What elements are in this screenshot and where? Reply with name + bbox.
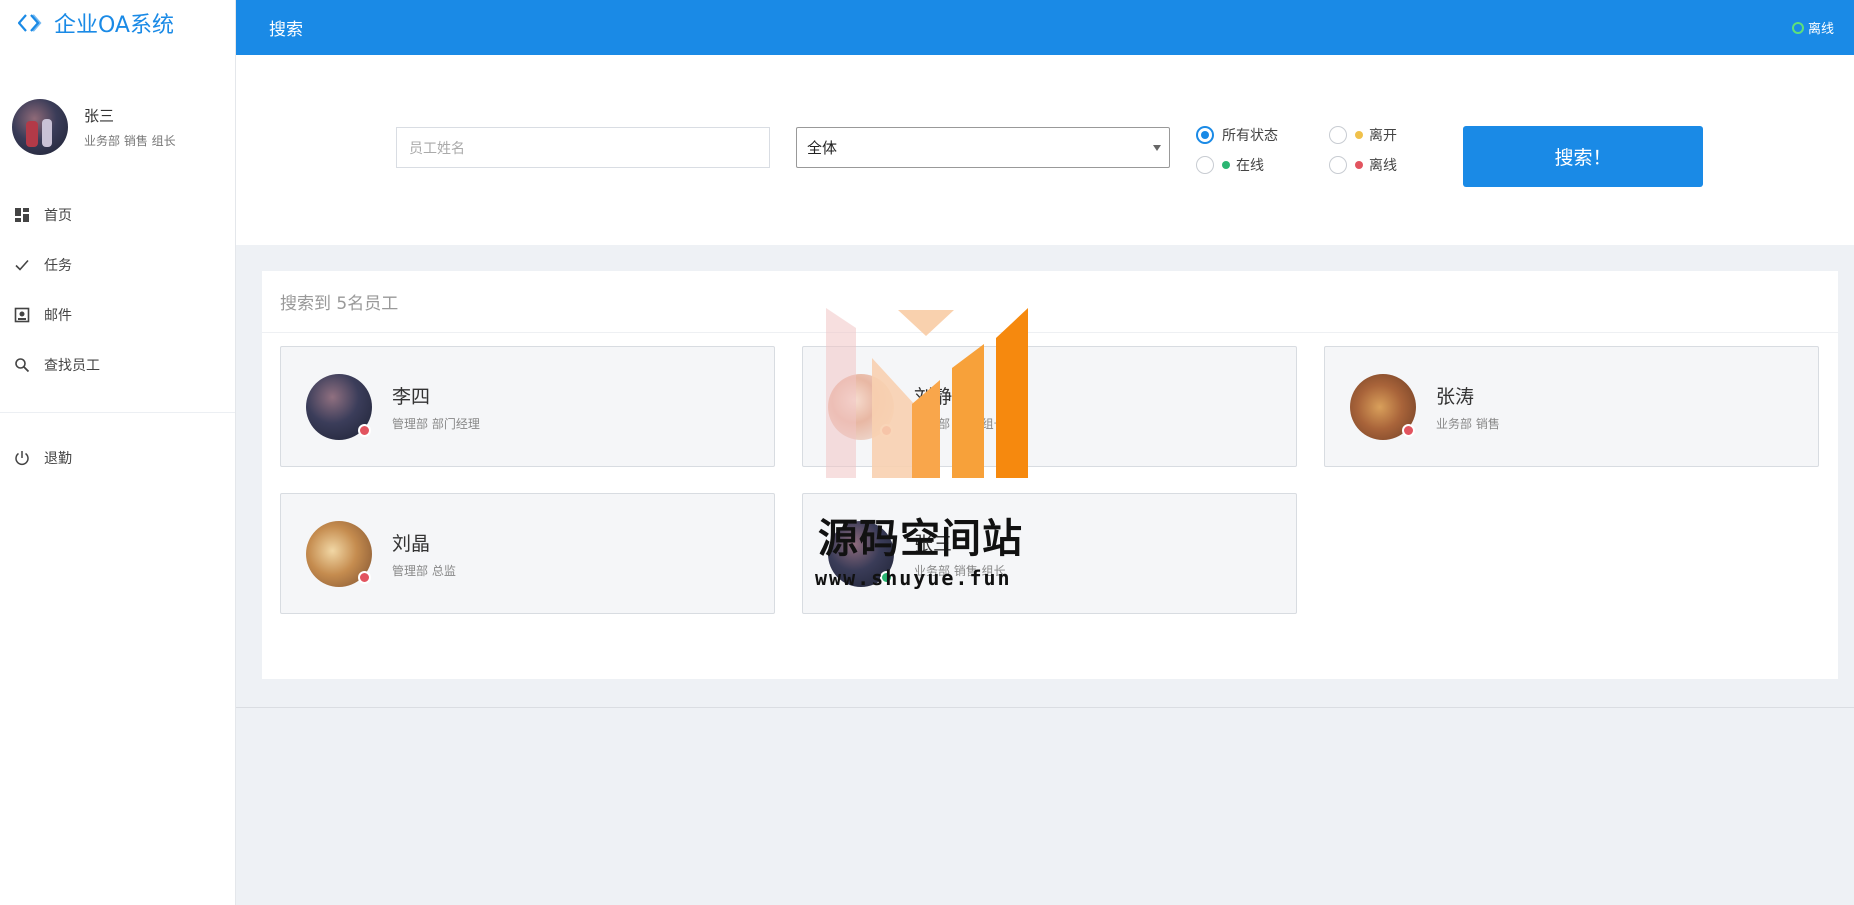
watermark-text: 源码空间站 <box>818 516 1023 562</box>
offline-dot-icon <box>1355 161 1363 169</box>
employee-name-input[interactable] <box>396 127 770 168</box>
app-brand[interactable]: 企业OA系统 <box>0 0 235 46</box>
employee-dept: 业务部 销售 <box>1436 416 1500 431</box>
search-icon <box>15 358 30 373</box>
sidebar: 企业OA系统 张三 业务部 销售 组长 首页 任务 邮件 查找员工 退勤 <box>0 0 236 905</box>
status-filter: 所有状态 离开 在线 离线 <box>1196 125 1426 189</box>
radio-icon <box>1329 156 1347 174</box>
avatar[interactable] <box>12 99 68 155</box>
sidebar-item-home[interactable]: 首页 <box>0 190 235 240</box>
search-button[interactable]: 搜索！ <box>1463 126 1703 187</box>
employee-name: 李四 <box>392 385 431 408</box>
mail-icon <box>14 307 30 323</box>
watermark-url: www.shuyue.fun <box>815 566 1012 590</box>
status-dot-icon <box>358 570 371 584</box>
dashboard-icon <box>15 208 29 222</box>
search-panel: 全体 所有状态 离开 在线 离线 搜索！ <box>236 55 1854 245</box>
sidebar-item-label: 退勤 <box>44 451 72 467</box>
radio-offline[interactable]: 离线 <box>1329 155 1397 175</box>
results-panel: 搜索到 5名员工 李四 管理部 部门经理 刘静 管理部 销售 组长 张涛 业务部… <box>262 271 1838 679</box>
sidebar-item-label: 首页 <box>44 208 72 224</box>
user-profile: 张三 业务部 销售 组长 <box>0 46 235 178</box>
sidebar-nav-secondary: 退勤 <box>0 433 235 483</box>
footer-divider <box>236 707 1854 708</box>
top-header: 搜索 离线 <box>236 0 1854 55</box>
department-select[interactable]: 全体 <box>796 127 1170 168</box>
radio-online[interactable]: 在线 <box>1196 155 1264 175</box>
user-name: 张三 <box>84 107 115 125</box>
check-icon <box>15 259 29 271</box>
logo-icon <box>18 14 42 32</box>
employee-card[interactable]: 刘静 管理部 销售 组长 <box>802 346 1297 467</box>
employee-card[interactable]: 刘晶 管理部 总监 <box>280 493 775 614</box>
radio-icon <box>1196 156 1214 174</box>
sidebar-item-label: 邮件 <box>44 308 72 324</box>
power-icon <box>15 451 29 466</box>
status-dot-icon <box>1402 423 1415 437</box>
app-title: 企业OA系统 <box>54 13 174 38</box>
employee-name: 张涛 <box>1436 385 1475 408</box>
sidebar-item-mail[interactable]: 邮件 <box>0 290 235 340</box>
employee-dept: 管理部 总监 <box>392 563 456 578</box>
online-dot-icon <box>1222 161 1230 169</box>
status-label: 离线 <box>1807 22 1834 37</box>
chevron-down-icon <box>1153 145 1161 151</box>
status-dot-icon <box>358 423 371 437</box>
sidebar-item-logout[interactable]: 退勤 <box>0 433 235 483</box>
sidebar-item-tasks[interactable]: 任务 <box>0 240 235 290</box>
employee-dept: 管理部 部门经理 <box>392 416 480 431</box>
radio-label: 离线 <box>1369 158 1397 174</box>
user-dept: 业务部 销售 组长 <box>84 134 176 148</box>
radio-label: 在线 <box>1236 158 1264 174</box>
radio-label: 所有状态 <box>1222 128 1278 144</box>
status-ring-icon <box>1791 21 1804 34</box>
page-title: 搜索 <box>269 20 303 40</box>
status-dot-icon <box>880 423 893 437</box>
employee-dept: 管理部 销售 组长 <box>914 416 1006 431</box>
employee-card[interactable]: 李四 管理部 部门经理 <box>280 346 775 467</box>
employee-name: 刘晶 <box>392 532 431 555</box>
nav-divider <box>0 412 235 413</box>
status-badge[interactable]: 离线 <box>1791 18 1834 37</box>
radio-icon <box>1196 126 1214 144</box>
radio-label: 离开 <box>1369 128 1397 144</box>
sidebar-item-label: 任务 <box>44 258 72 274</box>
radio-all-status[interactable]: 所有状态 <box>1196 125 1278 145</box>
employee-card[interactable]: 张涛 业务部 销售 <box>1324 346 1819 467</box>
sidebar-item-find-employee[interactable]: 查找员工 <box>0 340 235 390</box>
employee-name: 刘静 <box>914 385 953 408</box>
radio-away[interactable]: 离开 <box>1329 125 1397 145</box>
results-summary: 搜索到 5名员工 <box>262 271 1838 333</box>
radio-icon <box>1329 126 1347 144</box>
away-dot-icon <box>1355 131 1363 139</box>
department-select-value: 全体 <box>807 139 838 157</box>
sidebar-item-label: 查找员工 <box>44 358 100 374</box>
sidebar-nav: 首页 任务 邮件 查找员工 <box>0 178 235 390</box>
